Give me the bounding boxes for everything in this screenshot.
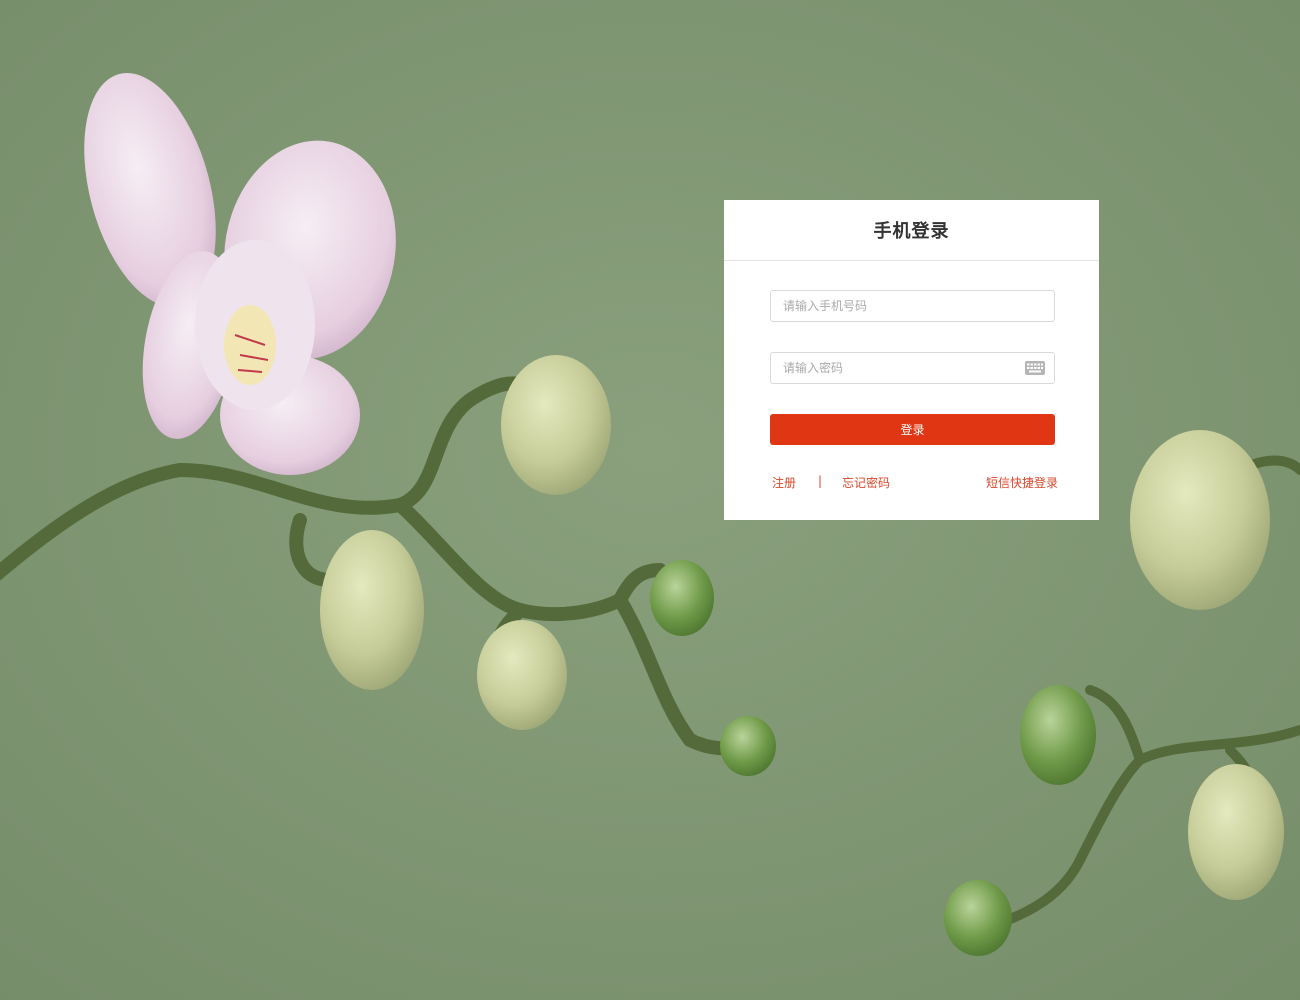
phone-field[interactable] (770, 290, 1055, 322)
login-panel: 手机登录 登录 注册 | 忘记密码 短信快捷登录 (724, 200, 1099, 520)
login-button[interactable]: 登录 (770, 414, 1055, 445)
phone-input[interactable] (771, 291, 1054, 321)
keyboard-icon[interactable] (1025, 361, 1045, 375)
password-field[interactable] (770, 352, 1055, 384)
orchid-background-image (0, 0, 1300, 1000)
sms-login-link[interactable]: 短信快捷登录 (986, 474, 1058, 491)
login-title: 手机登录 (873, 221, 950, 242)
login-links: 注册 | 忘记密码 短信快捷登录 (772, 474, 1058, 491)
link-separator: | (818, 474, 823, 488)
login-panel-header: 手机登录 (724, 200, 1099, 261)
forgot-password-link[interactable]: 忘记密码 (842, 474, 890, 491)
password-input[interactable] (771, 353, 1054, 383)
register-link[interactable]: 注册 (772, 474, 796, 491)
